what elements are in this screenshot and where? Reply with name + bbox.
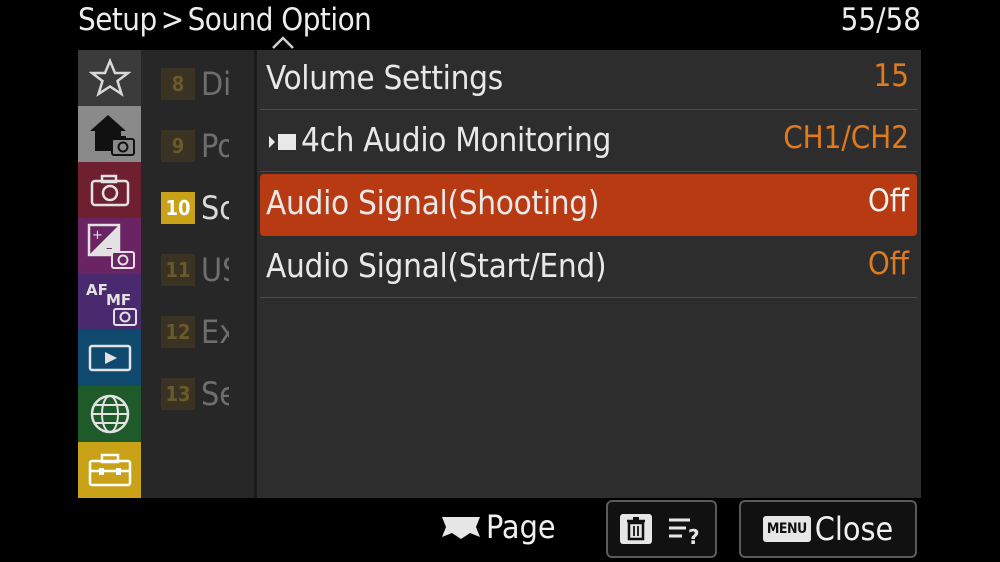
row-divider <box>260 171 917 172</box>
settings-list: Volume Settings 15 4ch Audio Monitoring … <box>260 50 917 498</box>
setting-row-audio-signal-shooting[interactable]: Audio Signal(Shooting) Off <box>260 174 917 236</box>
menu-key-badge: MENU <box>762 516 811 542</box>
setting-label: 4ch Audio Monitoring <box>301 120 612 159</box>
setting-label-wrap: 4ch Audio Monitoring <box>266 120 611 159</box>
star-icon <box>88 58 131 97</box>
header-bar: Setup > Sound Option 55/58 <box>78 0 921 49</box>
submenu-item-10[interactable]: 10 Sc <box>161 188 229 228</box>
setting-value: 15 <box>873 58 909 94</box>
svg-text:AF: AF <box>86 281 108 299</box>
setting-value: CH1/CH2 <box>783 120 909 156</box>
tab-playback[interactable] <box>78 330 141 386</box>
submenu-label: Se <box>201 375 229 413</box>
setting-row-volume[interactable]: Volume Settings 15 <box>260 50 917 110</box>
setting-row-audio-signal-start-end[interactable]: Audio Signal(Start/End) Off <box>260 238 917 298</box>
breadcrumb-separator: > <box>160 2 184 38</box>
submenu-label: Di <box>201 65 229 103</box>
setting-label: Audio Signal(Start/End) <box>266 246 607 285</box>
page-count: 55/58 <box>840 2 921 38</box>
submenu-item-13[interactable]: 13 Se <box>161 374 229 414</box>
svg-text:?: ? <box>688 525 700 546</box>
trash-icon <box>619 514 652 544</box>
home-camera-icon <box>89 115 135 156</box>
submenu-item-9[interactable]: 9 Po <box>161 126 229 166</box>
globe-icon <box>90 394 129 434</box>
af-mf-camera-icon: AFMF <box>86 281 137 326</box>
breadcrumb: Setup > Sound Option <box>78 2 372 38</box>
submenu-item-8[interactable]: 8 Di <box>161 64 229 104</box>
category-tabs: + – AF MF <box>78 50 141 498</box>
row-divider <box>260 109 917 110</box>
svg-text:+: + <box>92 228 103 243</box>
menu-panel: +– AFMF 8Di 9Po 10Sc 11US 12Ex <box>78 50 921 498</box>
setting-label: Audio Signal(Shooting) <box>266 183 600 222</box>
play-icon <box>88 344 131 372</box>
tab-shooting[interactable] <box>78 162 141 218</box>
toolbox-icon <box>88 453 131 487</box>
submenu-label: Ex <box>201 313 229 351</box>
submenu-label: Po <box>201 127 229 165</box>
close-label: Close <box>814 510 894 548</box>
page-hint: Page <box>440 508 556 546</box>
tab-my-menu[interactable] <box>78 50 141 106</box>
submenu-item-11[interactable]: 11US <box>161 250 229 290</box>
tab-setup[interactable] <box>78 442 141 498</box>
submenu-label: Sc <box>201 189 229 227</box>
submenu-number: 8 <box>161 68 195 100</box>
column-divider <box>254 50 257 498</box>
submenu-number: 13 <box>161 378 195 410</box>
tab-network[interactable] <box>78 386 141 442</box>
tab-focus[interactable]: AF MF <box>78 274 141 330</box>
movie-mode-icon <box>266 130 298 154</box>
tab-main-shooting[interactable] <box>78 106 141 162</box>
control-wheel-icon <box>442 517 480 539</box>
submenu-label: US <box>201 251 229 289</box>
setting-value: Off <box>867 246 909 282</box>
submenu-item-12[interactable]: 12 Ex <box>161 312 229 352</box>
delete-help-button[interactable]: ? <box>606 500 717 558</box>
help-list-icon: ? <box>668 518 700 546</box>
footer-bar: Page ? MENU Close <box>0 498 1000 562</box>
row-divider <box>260 297 917 298</box>
setting-value: Off <box>867 183 909 219</box>
setting-row-4ch-audio[interactable]: 4ch Audio Monitoring CH1/CH2 <box>260 112 917 172</box>
submenu-list: 8Di 9Po 10Sc 11US 12Ex 13Se <box>141 50 254 498</box>
tab-exposure-color[interactable]: + – <box>78 218 141 274</box>
camera-icon <box>90 174 129 207</box>
submenu-number: 11 <box>161 254 195 286</box>
submenu-number: 9 <box>161 130 195 162</box>
svg-text:MF: MF <box>106 291 131 309</box>
submenu-number: 10 <box>161 192 195 224</box>
submenu-number: 12 <box>161 316 195 348</box>
breadcrumb-current: Sound Option <box>187 2 372 38</box>
setting-label: Volume Settings <box>266 58 503 97</box>
breadcrumb-root: Setup <box>78 2 157 38</box>
exposure-camera-icon: +– <box>87 223 135 269</box>
page-hint-label: Page <box>486 508 556 546</box>
close-button[interactable]: MENU Close <box>739 500 917 558</box>
